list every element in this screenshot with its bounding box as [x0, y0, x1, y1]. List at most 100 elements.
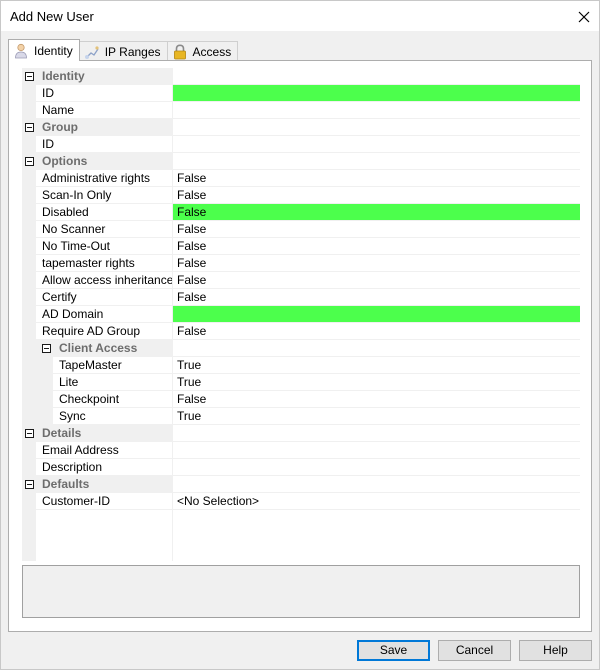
- property-value[interactable]: False: [173, 391, 580, 408]
- property-row-scan-in-only[interactable]: Scan-In Only False: [22, 187, 581, 204]
- property-value[interactable]: False: [173, 204, 580, 221]
- subgroup-gutter: [36, 357, 53, 374]
- category-label: Group: [36, 119, 172, 136]
- property-label: AD Domain: [36, 306, 172, 323]
- property-row-allow-access-inheritance[interactable]: Allow access inheritance False: [22, 272, 581, 289]
- category-identity[interactable]: Identity: [22, 68, 581, 85]
- category-label: Details: [36, 425, 172, 442]
- tab-identity-label: Identity: [34, 43, 73, 58]
- ad-domain-input[interactable]: [173, 306, 580, 323]
- identity-tab-panel: Identity ID Name Group ID Options Admini…: [8, 60, 592, 632]
- category-group[interactable]: Group: [22, 119, 581, 136]
- property-row-no-scanner[interactable]: No Scanner False: [22, 221, 581, 238]
- tab-strip: Identity IP Ranges Access: [8, 39, 239, 61]
- property-row-tapemaster-rights[interactable]: tapemaster rights False: [22, 255, 581, 272]
- property-row-description[interactable]: Description: [22, 459, 581, 476]
- property-label: Email Address: [36, 442, 172, 459]
- category-options[interactable]: Options: [22, 153, 581, 170]
- property-description-box: [22, 565, 580, 618]
- category-label: Defaults: [36, 476, 172, 493]
- help-button[interactable]: Help: [519, 640, 592, 661]
- name-input[interactable]: [173, 102, 580, 119]
- email-address-input[interactable]: [173, 442, 580, 459]
- property-value[interactable]: False: [173, 289, 580, 306]
- property-label: No Scanner: [36, 221, 172, 238]
- property-label: ID: [36, 85, 172, 102]
- collapse-toggle-icon[interactable]: [25, 480, 34, 489]
- tab-access[interactable]: Access: [166, 41, 239, 61]
- property-label: Checkpoint: [53, 391, 172, 408]
- property-label: Description: [36, 459, 172, 476]
- property-row-tapemaster[interactable]: TapeMaster True: [22, 357, 581, 374]
- property-row-disabled[interactable]: Disabled False: [22, 204, 581, 221]
- property-label: Certify: [36, 289, 172, 306]
- category-details[interactable]: Details: [22, 425, 581, 442]
- category-value-cell: [173, 340, 580, 357]
- title-bar: Add New User: [0, 0, 600, 31]
- lock-icon: [172, 43, 188, 60]
- collapse-toggle-icon[interactable]: [25, 157, 34, 166]
- property-row-ad-domain[interactable]: AD Domain: [22, 306, 581, 323]
- property-row-checkpoint[interactable]: Checkpoint False: [22, 391, 581, 408]
- collapse-toggle-icon[interactable]: [25, 429, 34, 438]
- collapse-toggle-icon[interactable]: [42, 344, 51, 353]
- property-label: Scan-In Only: [36, 187, 172, 204]
- property-value[interactable]: True: [173, 374, 580, 391]
- save-button[interactable]: Save: [357, 640, 430, 661]
- property-value[interactable]: False: [173, 187, 580, 204]
- property-row-customer-id[interactable]: Customer-ID <No Selection>: [22, 493, 581, 510]
- category-label: Identity: [36, 68, 172, 85]
- group-id-input[interactable]: [173, 136, 580, 153]
- property-row-lite[interactable]: Lite True: [22, 374, 581, 391]
- property-row-sync[interactable]: Sync True: [22, 408, 581, 425]
- property-label: Require AD Group: [36, 323, 172, 340]
- property-label: Administrative rights: [36, 170, 172, 187]
- property-value[interactable]: True: [173, 408, 580, 425]
- property-label: No Time-Out: [36, 238, 172, 255]
- category-defaults[interactable]: Defaults: [22, 476, 581, 493]
- property-value[interactable]: False: [173, 170, 580, 187]
- property-row-name[interactable]: Name: [22, 102, 581, 119]
- user-icon: [13, 43, 29, 59]
- property-value[interactable]: False: [173, 323, 580, 340]
- property-row-administrative-rights[interactable]: Administrative rights False: [22, 170, 581, 187]
- property-row-certify[interactable]: Certify False: [22, 289, 581, 306]
- property-label: Disabled: [36, 204, 172, 221]
- property-row-group-id[interactable]: ID: [22, 136, 581, 153]
- category-value-cell: [173, 119, 580, 136]
- subcategory-label: Client Access: [36, 340, 172, 357]
- tab-ip-ranges-label: IP Ranges: [104, 44, 161, 59]
- tab-access-label: Access: [192, 44, 232, 59]
- subgroup-gutter: [36, 391, 53, 408]
- tab-identity[interactable]: Identity: [8, 39, 80, 61]
- category-client-access[interactable]: Client Access: [22, 340, 581, 357]
- close-icon: [578, 11, 590, 22]
- category-value-cell: [173, 153, 580, 170]
- customer-id-select[interactable]: <No Selection>: [173, 493, 580, 510]
- property-row-require-ad-group[interactable]: Require AD Group False: [22, 323, 581, 340]
- property-label: ID: [36, 136, 172, 153]
- collapse-toggle-icon[interactable]: [25, 72, 34, 81]
- subgroup-gutter: [36, 408, 53, 425]
- property-value[interactable]: False: [173, 221, 580, 238]
- property-row-identity-id[interactable]: ID: [22, 85, 581, 102]
- property-value[interactable]: False: [173, 238, 580, 255]
- collapse-toggle-icon[interactable]: [25, 123, 34, 132]
- category-value-cell: [173, 425, 580, 442]
- category-value-cell: [173, 476, 580, 493]
- close-button[interactable]: [569, 1, 599, 32]
- identity-id-input[interactable]: [173, 85, 580, 102]
- property-value[interactable]: False: [173, 255, 580, 272]
- description-input[interactable]: [173, 459, 580, 476]
- cancel-button[interactable]: Cancel: [438, 640, 511, 661]
- property-row-email-address[interactable]: Email Address: [22, 442, 581, 459]
- property-row-no-time-out[interactable]: No Time-Out False: [22, 238, 581, 255]
- property-value[interactable]: True: [173, 357, 580, 374]
- tab-ip-ranges[interactable]: IP Ranges: [78, 41, 168, 61]
- property-label: Name: [36, 102, 172, 119]
- network-icon: [84, 44, 100, 60]
- property-label: tapemaster rights: [36, 255, 172, 272]
- property-value[interactable]: False: [173, 272, 580, 289]
- window-title: Add New User: [10, 9, 94, 24]
- property-label: Customer-ID: [36, 493, 172, 510]
